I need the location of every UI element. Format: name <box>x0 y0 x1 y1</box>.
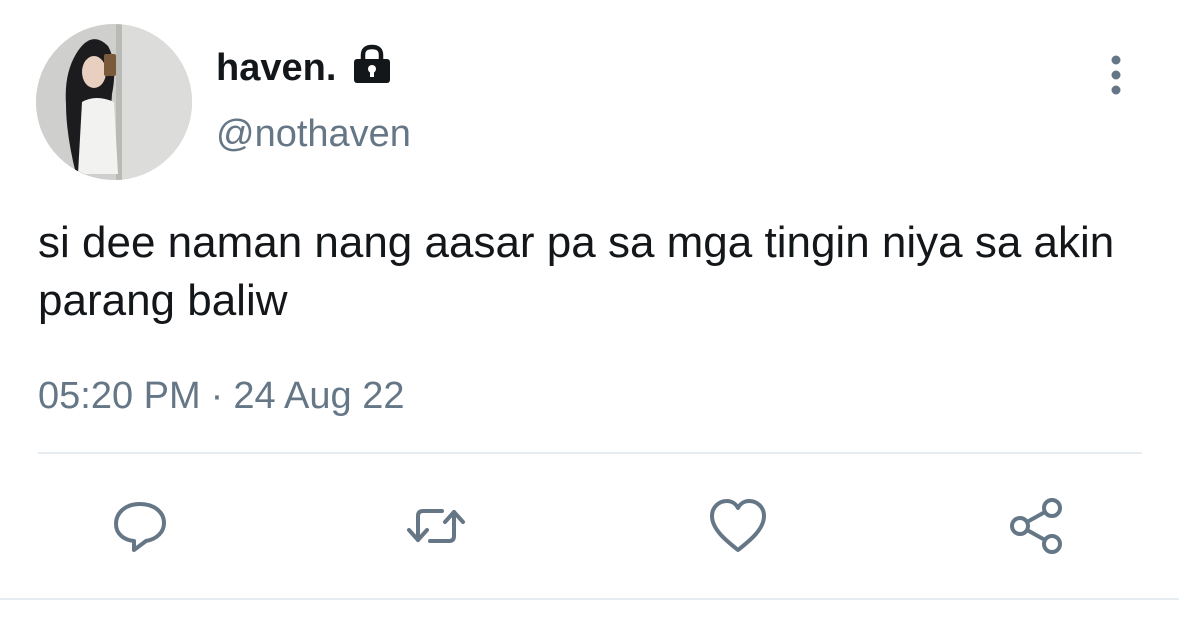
reply-button[interactable] <box>108 494 172 558</box>
avatar[interactable] <box>36 24 192 180</box>
lock-icon <box>354 44 390 83</box>
like-button[interactable] <box>706 494 770 558</box>
retweet-button[interactable] <box>404 494 468 558</box>
display-name[interactable]: haven. <box>216 44 336 92</box>
share-icon <box>1010 498 1062 554</box>
more-vertical-icon[interactable] <box>1096 50 1136 100</box>
avatar-photo-icon <box>36 24 192 180</box>
user-handle[interactable]: @nothaven <box>216 110 411 158</box>
share-button[interactable] <box>1004 494 1068 558</box>
tweet-timestamp[interactable]: 05:20 PM · 24 Aug 22 <box>38 372 404 420</box>
tweet-time: 05:20 PM <box>38 375 201 417</box>
meta-separator: · <box>210 375 224 417</box>
tweet-card: haven. @nothaven si dee naman nang aasar… <box>0 0 1179 618</box>
retweet-icon <box>407 509 465 543</box>
tweet-text: si dee naman nang aasar pa sa mga tingin… <box>38 218 1115 325</box>
tweet-date: 24 Aug 22 <box>233 375 405 417</box>
heart-icon <box>710 499 766 552</box>
reply-icon <box>114 502 166 552</box>
divider <box>38 452 1142 454</box>
divider-bottom <box>0 598 1179 600</box>
